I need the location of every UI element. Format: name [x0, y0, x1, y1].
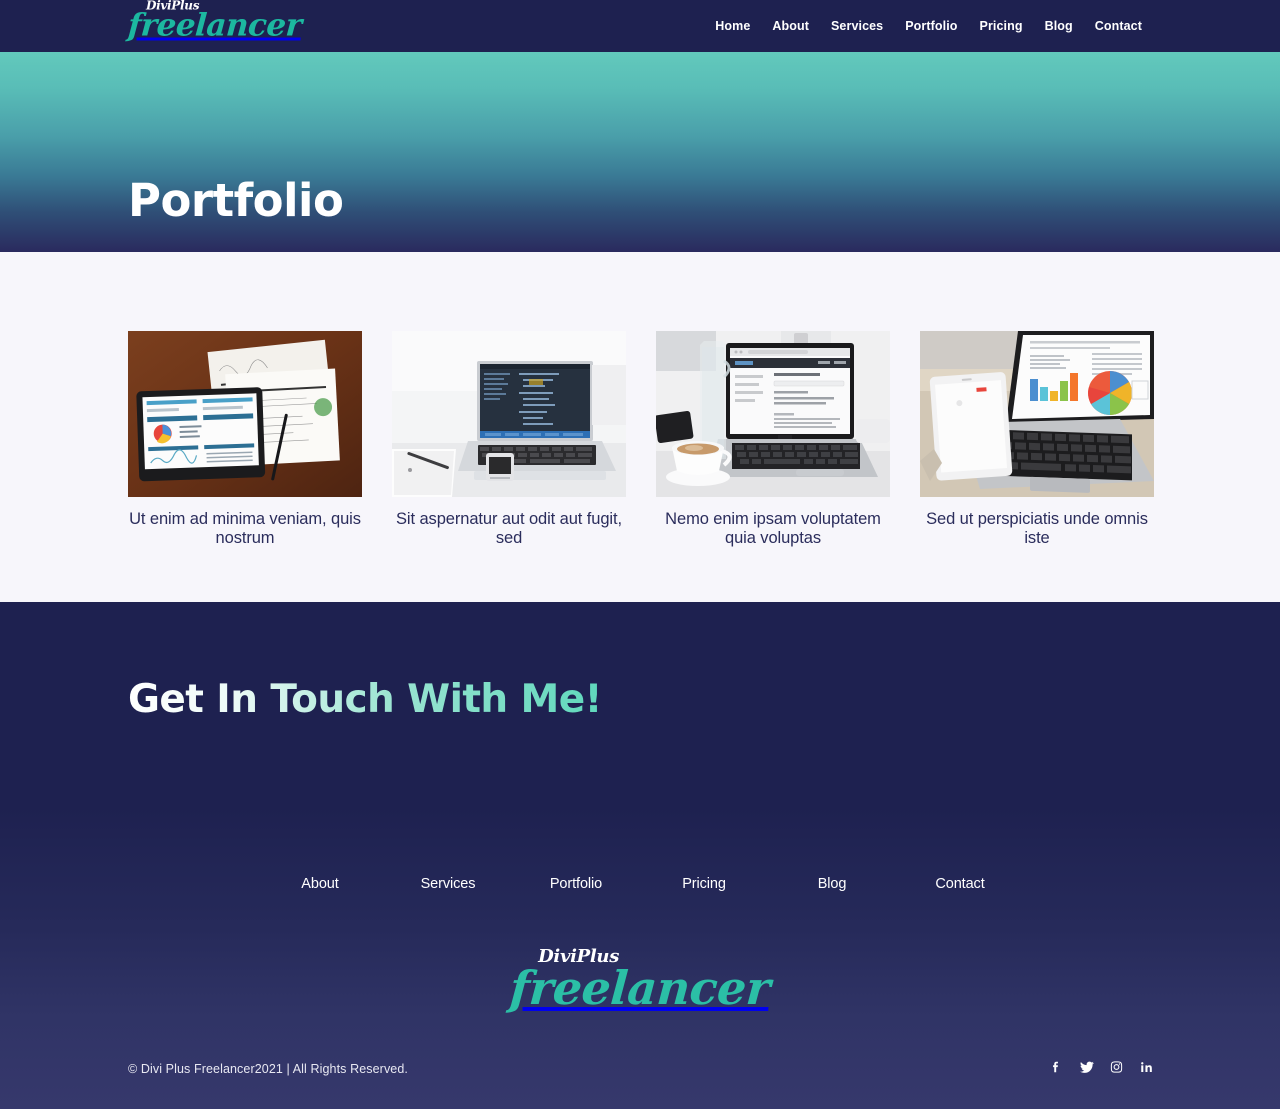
copyright-text: © Divi Plus Freelancer2021 | All Rights … — [128, 1062, 408, 1076]
primary-navigation: Home About Services Portfolio Pricing Bl… — [704, 19, 1153, 33]
nav-item-contact[interactable]: Contact — [1084, 19, 1153, 33]
footer-nav-item-about[interactable]: About — [256, 876, 384, 892]
instagram-icon[interactable] — [1109, 1058, 1123, 1076]
page-title: Portfolio — [128, 174, 344, 227]
portfolio-item-caption: Ut enim ad minima veniam, quis nostrum — [129, 510, 361, 548]
portfolio-grid: Ut enim ad minima veniam, quis nostrum S… — [128, 331, 1154, 549]
footer-nav-item-blog[interactable]: Blog — [768, 876, 896, 892]
portfolio-section: Ut enim ad minima veniam, quis nostrum S… — [0, 252, 1280, 602]
twitter-icon[interactable] — [1079, 1058, 1094, 1076]
footer-logo-container: DiviPlus freelancer — [0, 948, 1280, 1016]
portfolio-item[interactable]: Nemo enim ipsam voluptatem quia voluptas — [656, 331, 890, 549]
cta-section: Get In Touch With Me! Request A Quote — [0, 602, 1280, 807]
footer-bottom-bar: © Divi Plus Freelancer2021 | All Rights … — [0, 1050, 1280, 1109]
linkedin-icon[interactable] — [1139, 1058, 1153, 1076]
portfolio-item-caption: Sed ut perspiciatis unde omnis iste — [926, 510, 1148, 548]
footer-navigation: About Services Portfolio Pricing Blog Co… — [0, 876, 1280, 892]
nav-item-pricing[interactable]: Pricing — [969, 19, 1034, 33]
footer-nav-item-services[interactable]: Services — [384, 876, 512, 892]
tablet-analytics-dashboard-on-wooden-desk-image[interactable] — [128, 331, 362, 497]
footer-nav-item-contact[interactable]: Contact — [896, 876, 1024, 892]
footer-nav-item-portfolio[interactable]: Portfolio — [512, 876, 640, 892]
portfolio-item[interactable]: Ut enim ad minima veniam, quis nostrum — [128, 331, 362, 549]
logo-wordmark: freelancer — [126, 7, 303, 44]
site-header: DiviPlus freelancer Home About Services … — [0, 0, 1280, 52]
nav-item-home[interactable]: Home — [704, 19, 761, 33]
footer-logo-wordmark: freelancer — [508, 961, 772, 1015]
hero-banner: Portfolio — [0, 52, 1280, 252]
social-links — [1049, 1058, 1153, 1076]
laptop-charts-with-tablet-image[interactable] — [920, 331, 1154, 497]
nav-item-blog[interactable]: Blog — [1034, 19, 1084, 33]
nav-item-portfolio[interactable]: Portfolio — [894, 19, 968, 33]
footer-logo[interactable]: DiviPlus freelancer — [508, 948, 772, 1016]
portfolio-item-caption: Sit aspernatur aut odit aut fugit, sed — [396, 510, 622, 548]
laptop-code-editor-on-white-desk-image[interactable] — [392, 331, 626, 497]
nav-item-services[interactable]: Services — [820, 19, 894, 33]
portfolio-item[interactable]: Sed ut perspiciatis unde omnis iste — [920, 331, 1154, 549]
portfolio-item-caption: Nemo enim ipsam voluptatem quia voluptas — [665, 510, 881, 548]
cta-heading: Get In Touch With Me! — [128, 677, 602, 722]
laptop-webpage-with-coffee-cup-image[interactable] — [656, 331, 890, 497]
portfolio-item[interactable]: Sit aspernatur aut odit aut fugit, sed — [392, 331, 626, 549]
facebook-icon[interactable] — [1049, 1058, 1063, 1076]
site-logo[interactable]: DiviPlus freelancer — [126, 0, 303, 44]
nav-item-about[interactable]: About — [761, 19, 820, 33]
footer-nav-item-pricing[interactable]: Pricing — [640, 876, 768, 892]
site-footer: About Services Portfolio Pricing Blog Co… — [0, 807, 1280, 1109]
